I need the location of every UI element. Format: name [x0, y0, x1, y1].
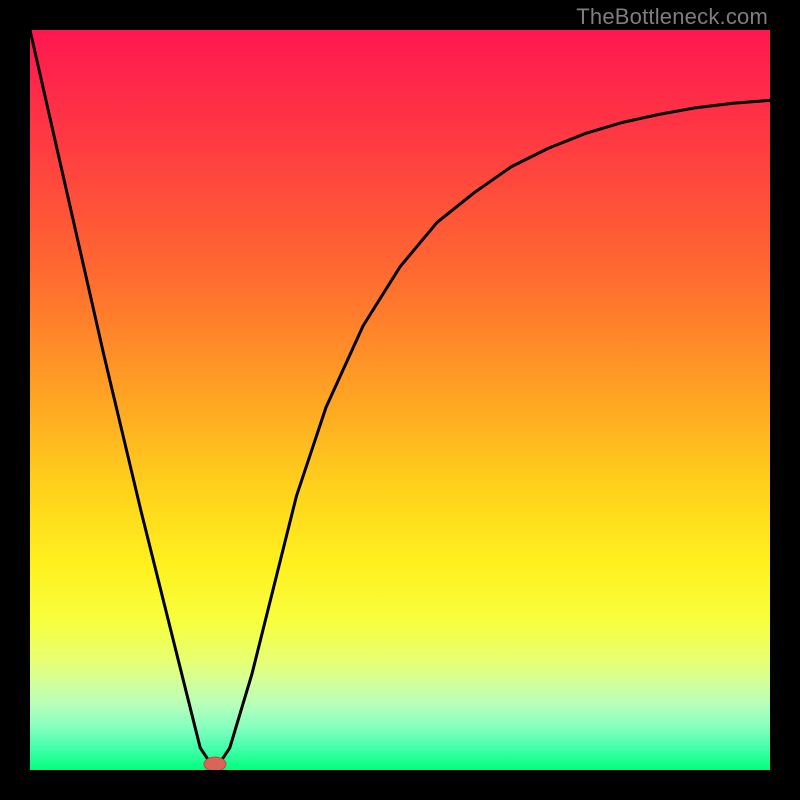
attribution-label: TheBottleneck.com [576, 4, 768, 30]
plot-area [30, 30, 770, 770]
bottleneck-curve-chart [30, 30, 770, 770]
chart-frame: TheBottleneck.com [0, 0, 800, 800]
gradient-background [30, 30, 770, 770]
minimum-marker [204, 757, 226, 770]
